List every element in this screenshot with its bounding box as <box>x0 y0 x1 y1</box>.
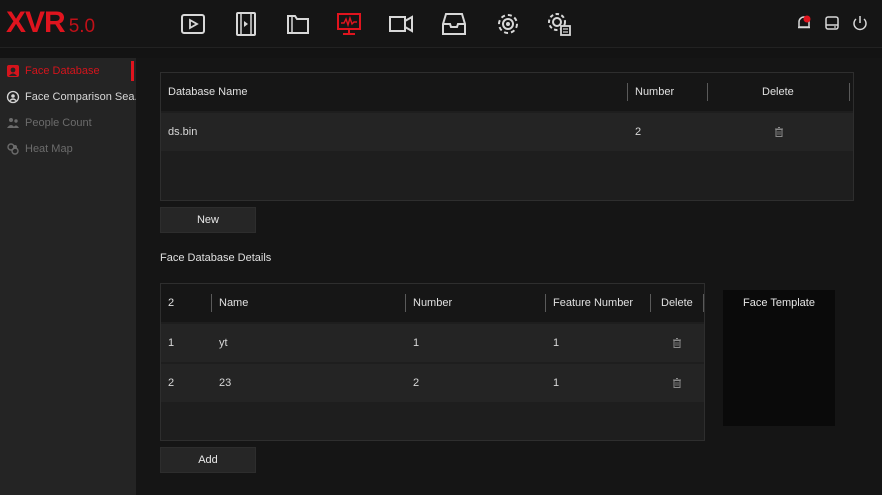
heat-map-icon <box>6 142 20 156</box>
logo-brand: XVR <box>6 6 66 39</box>
sidebar-item-label: Face Database <box>25 65 100 77</box>
hdd-icon[interactable] <box>823 14 841 32</box>
file-folder-icon[interactable] <box>284 10 312 38</box>
people-count-icon <box>6 116 20 130</box>
trash-icon[interactable] <box>773 113 785 151</box>
column-divider <box>211 294 212 312</box>
sidebar-item-people-count[interactable]: People Count <box>0 110 136 136</box>
top-bar: XVR 5.0 <box>0 0 882 48</box>
logo: XVR 5.0 <box>6 6 95 40</box>
column-number: Number <box>413 297 453 309</box>
column-number: Number <box>635 86 675 98</box>
face-template-label: Face Template <box>743 297 815 309</box>
row-number-cell: 1 <box>413 337 420 349</box>
column-divider <box>707 83 708 101</box>
trash-icon[interactable] <box>671 324 683 362</box>
sidebar-item-label: Heat Map <box>25 143 73 155</box>
column-divider <box>703 294 704 312</box>
database-name-cell: ds.bin <box>168 126 198 138</box>
column-delete: Delete <box>762 86 794 98</box>
column-divider <box>849 83 850 101</box>
row-index-cell: 1 <box>168 337 175 349</box>
face-template-panel: Face Template <box>723 290 835 426</box>
column-divider <box>627 83 628 101</box>
alarm-bell-icon[interactable] <box>795 14 813 32</box>
sidebar-item-label: People Count <box>25 117 92 129</box>
row-feature-cell: 1 <box>553 377 560 389</box>
advanced-settings-icon[interactable] <box>545 10 573 38</box>
sidebar-item-face-comparison-search[interactable]: Face Comparison Sea... <box>0 84 136 110</box>
settings-gear-icon[interactable] <box>494 10 522 38</box>
table-row[interactable]: 1 yt 1 1 <box>161 324 704 362</box>
face-database-icon <box>6 64 20 78</box>
table-row[interactable]: ds.bin 2 <box>161 113 853 151</box>
new-button[interactable]: New <box>160 207 256 233</box>
power-icon[interactable] <box>851 14 869 32</box>
row-number-cell: 2 <box>413 377 420 389</box>
face-details-table: 2 Name Number Feature Number Delete 1 yt… <box>160 283 705 441</box>
column-feature-number: Feature Number <box>553 297 634 309</box>
row-name-cell: yt <box>219 337 228 349</box>
system-monitor-icon[interactable] <box>335 10 363 38</box>
column-divider <box>650 294 651 312</box>
face-database-details-title: Face Database Details <box>160 252 272 264</box>
table-header: 2 Name Number Feature Number Delete <box>161 284 704 322</box>
backup-tray-icon[interactable] <box>440 10 468 38</box>
sidebar-item-face-database[interactable]: Face Database <box>0 58 136 84</box>
playback-icon[interactable] <box>179 10 207 38</box>
table-header: Database Name Number Delete <box>161 73 853 111</box>
database-number-cell: 2 <box>635 126 642 138</box>
face-search-icon <box>6 90 20 104</box>
column-name: Name <box>219 297 249 309</box>
table-row[interactable]: 2 23 2 1 <box>161 364 704 402</box>
logo-version: 5.0 <box>68 16 96 37</box>
row-feature-cell: 1 <box>553 337 560 349</box>
column-database-name: Database Name <box>168 86 248 98</box>
column-count: 2 <box>168 297 175 309</box>
add-button[interactable]: Add <box>160 447 256 473</box>
sidebar: Face Database Face Comparison Sea... Peo… <box>0 58 136 495</box>
column-delete: Delete <box>661 297 693 309</box>
row-index-cell: 2 <box>168 377 175 389</box>
sidebar-item-label: Face Comparison Sea... <box>25 91 136 103</box>
column-divider <box>405 294 406 312</box>
column-divider <box>545 294 546 312</box>
video-clip-icon[interactable] <box>232 10 260 38</box>
camera-icon[interactable] <box>387 10 415 38</box>
sidebar-item-heat-map[interactable]: Heat Map <box>0 136 136 162</box>
trash-icon[interactable] <box>671 364 683 402</box>
face-database-table: Database Name Number Delete ds.bin 2 <box>160 72 854 201</box>
row-name-cell: 23 <box>219 377 232 389</box>
